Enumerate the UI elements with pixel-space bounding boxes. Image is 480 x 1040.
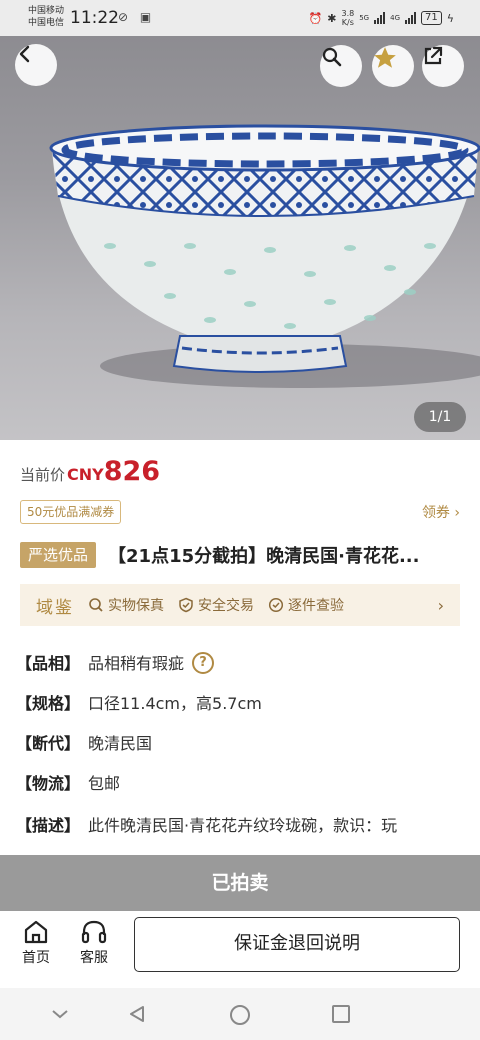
bluetooth-icon: ✱ [327, 11, 337, 25]
price-value: 826 [103, 456, 161, 487]
alarm-icon: ⏰ [308, 11, 323, 25]
get-coupon-link[interactable]: 领券 › [422, 502, 460, 522]
home-circle-icon[interactable] [229, 1004, 251, 1026]
status-bar: 中国移动 中国电信 11:22 ⊘ ▣ ⏰ ✱ 3.8 K/s 5G 4G 71 … [0, 0, 480, 36]
price-label: 当前价 [20, 466, 66, 484]
attr-size: 【规格】 口径11.4cm，高5.7cm [16, 692, 466, 732]
status-notification-icons: ⊘ ▣ [118, 10, 156, 24]
product-title-row: 严选优品 【21点15分截拍】晚清民国·青花花... [20, 540, 470, 570]
bottom-action-bar: 首页 客服 保证金退回说明 [0, 911, 480, 988]
carrier-2: 中国电信 [28, 18, 65, 28]
guarantee-brand: 域鉴 [36, 597, 74, 618]
headset-icon [81, 920, 107, 944]
product-image[interactable]: 1/1 [0, 36, 480, 440]
select-tag: 严选优品 [20, 542, 97, 568]
attr-value: 口径11.4cm，高5.7cm [88, 694, 262, 713]
signal-icon [374, 12, 386, 24]
attr-value: 品相稍有瑕疵 [88, 654, 185, 673]
attr-description: 【描述】 此件晚清民国·青花花卉纹玲珑碗，款识：玩 [16, 812, 466, 840]
guarantee-item-label: 逐件查验 [288, 598, 344, 614]
system-nav-bar [0, 988, 480, 1040]
guarantee-strip[interactable]: 域鉴 实物保真 安全交易 逐件查验 › [20, 584, 460, 626]
carrier-info: 中国移动 中国电信 [28, 5, 64, 29]
attr-key: 【断代】 [16, 734, 81, 753]
home-icon [24, 920, 48, 944]
chevron-down-icon[interactable] [50, 1004, 70, 1024]
carrier-1: 中国移动 [28, 6, 65, 16]
attr-era: 【断代】 晚清民国 [16, 732, 466, 772]
status-right-icons: ⏰ ✱ 3.8 K/s 5G 4G 71 ϟ [309, 9, 454, 27]
charging-icon: ϟ [446, 11, 454, 25]
price-currency: CNY [67, 465, 104, 484]
check-circle-icon [268, 597, 284, 613]
guarantee-item-label: 安全交易 [198, 598, 254, 614]
attr-value: 包邮 [88, 774, 121, 793]
attr-key: 【物流】 [16, 774, 81, 793]
magnifier-icon [322, 47, 342, 67]
chevron-right-icon: › [437, 595, 444, 615]
back-button[interactable] [15, 44, 57, 86]
help-icon[interactable]: ? [192, 652, 215, 674]
back-triangle-icon[interactable] [127, 1004, 147, 1024]
guarantee-item-label: 实物保真 [108, 598, 164, 614]
share-icon [424, 46, 443, 65]
auction-ended-bar: 已拍卖 [0, 855, 480, 911]
attr-key: 【规格】 [16, 694, 81, 713]
status-time: 11:22 [70, 8, 119, 28]
back-arrow-icon [19, 45, 30, 63]
favorite-button[interactable] [372, 45, 414, 87]
attr-key: 【品相】 [16, 654, 81, 673]
share-button[interactable] [422, 45, 464, 87]
attr-value: 晚清民国 [88, 734, 153, 753]
coupon-badge[interactable]: 50元优品满减券 [20, 500, 122, 524]
deposit-refund-button[interactable]: 保证金退回说明 [134, 917, 460, 972]
guarantee-authentic: 实物保真 [88, 595, 164, 615]
net-type-2: 4G [390, 14, 400, 22]
home-label: 首页 [22, 950, 50, 966]
image-counter: 1/1 [414, 402, 466, 432]
attr-key: 【描述】 [16, 816, 81, 835]
shield-check-icon [179, 597, 193, 613]
net-speed: 3.8 K/s [341, 9, 355, 27]
home-button[interactable]: 首页 [14, 919, 58, 967]
appraise-button[interactable] [320, 45, 362, 87]
recents-square-icon[interactable] [331, 1004, 351, 1024]
search-icon [89, 598, 103, 612]
attr-shipping: 【物流】 包邮 [16, 772, 466, 812]
product-attributes: 【品相】 品相稍有瑕疵 ? 【规格】 口径11.4cm，高5.7cm 【断代】 … [16, 652, 466, 840]
star-icon [374, 47, 396, 68]
net-type-1: 5G [359, 14, 370, 22]
attr-value: 此件晚清民国·青花花卉纹玲珑碗，款识：玩 [88, 816, 398, 835]
price: 当前价 CNY 826 [20, 456, 160, 487]
service-label: 客服 [80, 950, 108, 966]
battery-icon: 71 [421, 11, 442, 25]
product-title: 【21点15分截拍】晚清民国·青花花... [108, 546, 420, 567]
porcelain-bowl-image [49, 124, 480, 388]
service-button[interactable]: 客服 [72, 919, 116, 967]
attr-condition: 【品相】 品相稍有瑕疵 ? [16, 652, 466, 692]
signal-icon-2 [405, 12, 416, 24]
guarantee-inspect: 逐件查验 [268, 595, 344, 615]
guarantee-safe: 安全交易 [178, 595, 254, 615]
